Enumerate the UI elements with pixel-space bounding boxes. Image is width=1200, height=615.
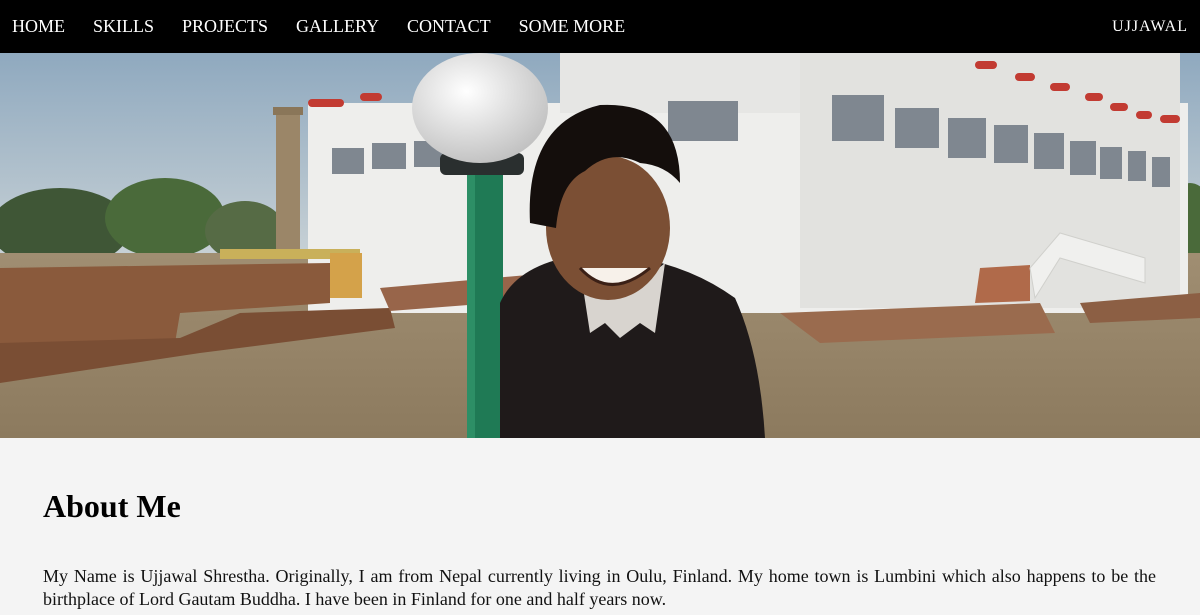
nav-home-link[interactable]: HOME [0, 0, 79, 53]
nav-contact-link[interactable]: CONTACT [393, 0, 505, 53]
about-heading: About Me [43, 488, 181, 524]
about-text: My Name is Ujjawal Shrestha. Originally,… [43, 566, 1156, 609]
hero-image [0, 53, 1200, 438]
about-section: About Me My Name is Ujjawal Shrestha. Or… [0, 438, 1200, 615]
nav-some-more-link[interactable]: SOME MORE [505, 0, 640, 53]
nav-links: HOME SKILLS PROJECTS GALLERY CONTACT SOM… [0, 0, 639, 53]
nav-skills-link[interactable]: SKILLS [79, 0, 168, 53]
top-navbar: HOME SKILLS PROJECTS GALLERY CONTACT SOM… [0, 0, 1200, 53]
brand-name[interactable]: UJJAWAL [1112, 0, 1200, 53]
nav-projects-link[interactable]: PROJECTS [168, 0, 282, 53]
nav-gallery-link[interactable]: GALLERY [282, 0, 393, 53]
